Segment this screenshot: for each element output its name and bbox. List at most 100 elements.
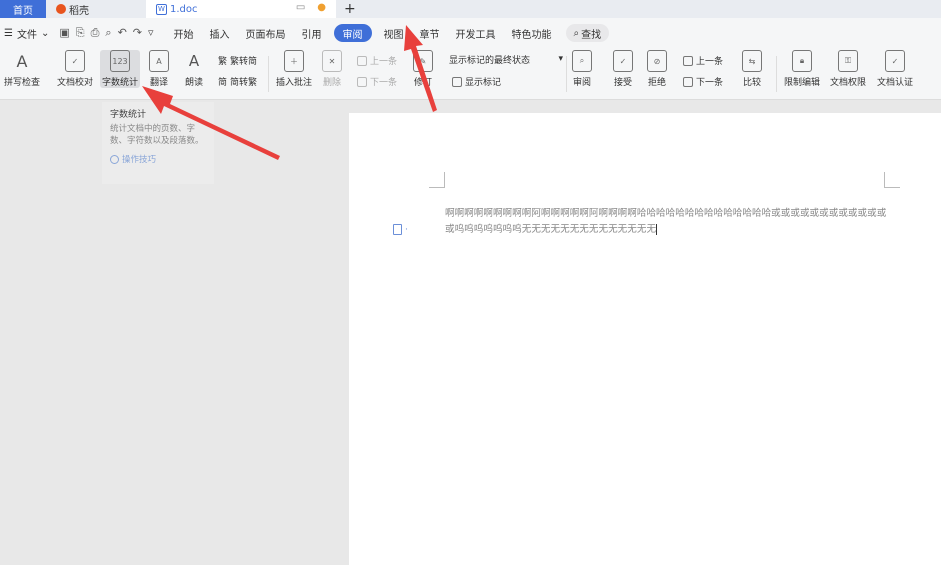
translate-icon: A (149, 50, 169, 72)
delete-comment-label: 删除 (322, 78, 341, 88)
markup-state-value: 显示标记的最终状态 (449, 55, 531, 66)
hamburger-icon: ☰ (4, 27, 13, 39)
spellcheck-label: 拼写检查 (4, 78, 41, 88)
prev-comment-button[interactable]: 上一条 (357, 54, 397, 67)
spellcheck-button[interactable]: A 拼写检查 (4, 50, 41, 89)
export-pdf-icon[interactable]: ⎘ (76, 26, 85, 40)
show-markup-button[interactable]: 显示标记 (452, 75, 501, 88)
read-aloud-button[interactable]: A 朗读 (184, 50, 204, 88)
print-icon[interactable]: ⎙ (91, 26, 100, 40)
menu-home[interactable]: 开始 (166, 24, 202, 42)
tab-screen-icon[interactable]: ▭ (296, 2, 305, 13)
file-menu-label: 文件 (16, 29, 37, 41)
insert-comment-label: 插入批注 (276, 78, 313, 88)
insert-comment-icon: ＋ (284, 50, 304, 72)
word-count-icon: 123 (110, 50, 130, 72)
markup-state-select[interactable]: 显示标记的最终状态 ▾ (449, 52, 563, 66)
accept-button[interactable]: ✓ 接受 (613, 50, 633, 88)
tooltip-description: 统计文档中的页数、字数、字符数以及段落数。 (110, 124, 204, 146)
ribbon-separator (566, 56, 567, 92)
new-tab-label: + (344, 1, 356, 17)
show-markup-label: 显示标记 (465, 78, 502, 88)
delete-comment-icon: ✕ (322, 50, 342, 72)
reject-button[interactable]: ⊘ 拒绝 (647, 50, 667, 88)
menu-bar: ☰ 文件 ⌄ ▣ ⎘ ⎙ ⌕ ↶ ↷ ▿ 开始 插入 页面布局 引用 审阅 视图… (0, 18, 941, 48)
menu-review[interactable]: 审阅 (333, 24, 372, 42)
menu-view[interactable]: 视图 (376, 24, 412, 42)
menu-references[interactable]: 引用 (294, 24, 330, 42)
print-preview-icon[interactable]: ⌕ (105, 26, 111, 40)
trad-to-simp-button[interactable]: 繁 繁转简 (218, 54, 257, 67)
revise-icon: ✎ (413, 50, 433, 72)
tips-icon (110, 154, 119, 164)
restrict-edit-button[interactable]: 🔒︎ 限制编辑 (784, 50, 820, 88)
page-corner-mark-top-left (429, 172, 445, 188)
ribbon-separator (268, 56, 269, 92)
tab-daoke[interactable]: 稻壳 (46, 0, 146, 18)
review-pane-label: 审阅 (572, 78, 591, 88)
paragraph-layout-icon (393, 224, 402, 235)
tooltip-tips-link[interactable]: 操作技巧 (110, 153, 206, 165)
menu-developer[interactable]: 开发工具 (448, 24, 504, 42)
menu-features[interactable]: 特色功能 (504, 24, 560, 42)
simp-to-trad-button[interactable]: 简 简转繁 (218, 75, 257, 88)
menu-chapter[interactable]: 章节 (412, 24, 448, 42)
menu-insert[interactable]: 插入 (202, 24, 238, 42)
restrict-edit-label: 限制编辑 (784, 78, 821, 88)
compare-button[interactable]: ⇆ 比较 (742, 50, 762, 88)
next-change-icon (683, 76, 693, 87)
review-ribbon: A 拼写检查 ✓ 文档校对 123 字数统计 A 翻译 A 朗读 繁 繁转简 简… (0, 48, 941, 100)
word-count-tooltip: 字数统计 统计文档中的页数、字数、字符数以及段落数。 操作技巧 (102, 102, 214, 184)
insert-comment-button[interactable]: ＋ 插入批注 (276, 50, 312, 88)
search-button[interactable]: ⌕ 查找 (565, 24, 610, 42)
doc-auth-button[interactable]: ✓ 文档认证 (877, 50, 913, 88)
chevron-down-icon: ▾ (558, 54, 563, 64)
revise-label: 修订 (413, 78, 432, 88)
next-change-label: 下一条 (696, 78, 724, 88)
document-body-text[interactable]: 啊啊啊啊啊啊啊啊啊阿啊啊啊啊啊阿啊啊啊啊哈哈哈哈哈哈哈哈哈哈哈哈哈哈或或或或或或… (445, 206, 889, 238)
word-count-button[interactable]: 123 字数统计 (100, 50, 141, 88)
save-icon[interactable]: ▣ (59, 26, 69, 40)
page-corner-mark-top-right (884, 172, 900, 188)
word-count-label: 字数统计 (102, 78, 139, 88)
doc-permission-icon: ⚿ (838, 50, 858, 72)
tab-document[interactable]: W 1.doc ▭ ● (146, 0, 336, 18)
next-change-button[interactable]: 下一条 (683, 75, 723, 88)
reject-label: 拒绝 (647, 78, 666, 88)
prev-change-button[interactable]: 上一条 (683, 54, 723, 67)
quick-access-toolbar: ▣ ⎘ ⎙ ⌕ ↶ ↷ ▿ (59, 26, 153, 40)
doc-proof-button[interactable]: ✓ 文档校对 (57, 50, 93, 88)
translate-button[interactable]: A 翻译 (149, 50, 169, 88)
file-menu[interactable]: ☰ 文件 ⌄ (4, 26, 49, 41)
next-comment-button[interactable]: 下一条 (357, 75, 397, 88)
doc-auth-label: 文档认证 (877, 78, 914, 88)
document-text-content: 啊啊啊啊啊啊啊啊啊阿啊啊啊啊啊阿啊啊啊啊哈哈哈哈哈哈哈哈哈哈哈哈哈哈或或或或或或… (445, 208, 887, 235)
tab-document-label: 1.doc (170, 3, 198, 15)
undo-icon[interactable]: ↶ (118, 26, 127, 40)
tab-bar: 首页 稻壳 W 1.doc ▭ ● + (0, 0, 941, 18)
search-label: 查找 (581, 29, 602, 41)
paragraph-layout-button[interactable]: · (393, 224, 408, 235)
customize-chevron-icon[interactable]: ▿ (148, 26, 154, 40)
review-pane-button[interactable]: ⌕ 审阅 (572, 50, 592, 88)
revise-button[interactable]: ✎ 修订 (413, 50, 433, 88)
read-aloud-label: 朗读 (184, 78, 203, 88)
tab-daoke-label: 稻壳 (69, 5, 89, 17)
prev-comment-label: 上一条 (370, 57, 398, 67)
new-tab-button[interactable]: + (336, 0, 364, 18)
chevron-down-icon: · (405, 224, 408, 235)
doc-auth-icon: ✓ (885, 50, 905, 72)
review-pane-icon: ⌕ (572, 50, 592, 72)
trad-simp-label: 繁转简 (230, 57, 258, 67)
prev-comment-icon (357, 55, 367, 66)
read-aloud-icon: A (188, 52, 200, 70)
delete-comment-button[interactable]: ✕ 删除 (322, 50, 342, 88)
simp-trad-icon: 简 (218, 78, 228, 88)
tab-home[interactable]: 首页 (0, 0, 46, 18)
menu-page-layout[interactable]: 页面布局 (238, 24, 294, 42)
doc-proof-label: 文档校对 (57, 78, 94, 88)
accept-icon: ✓ (613, 50, 633, 72)
redo-icon[interactable]: ↷ (133, 26, 142, 40)
accept-label: 接受 (613, 78, 632, 88)
doc-permission-button[interactable]: ⚿ 文档权限 (830, 50, 866, 88)
